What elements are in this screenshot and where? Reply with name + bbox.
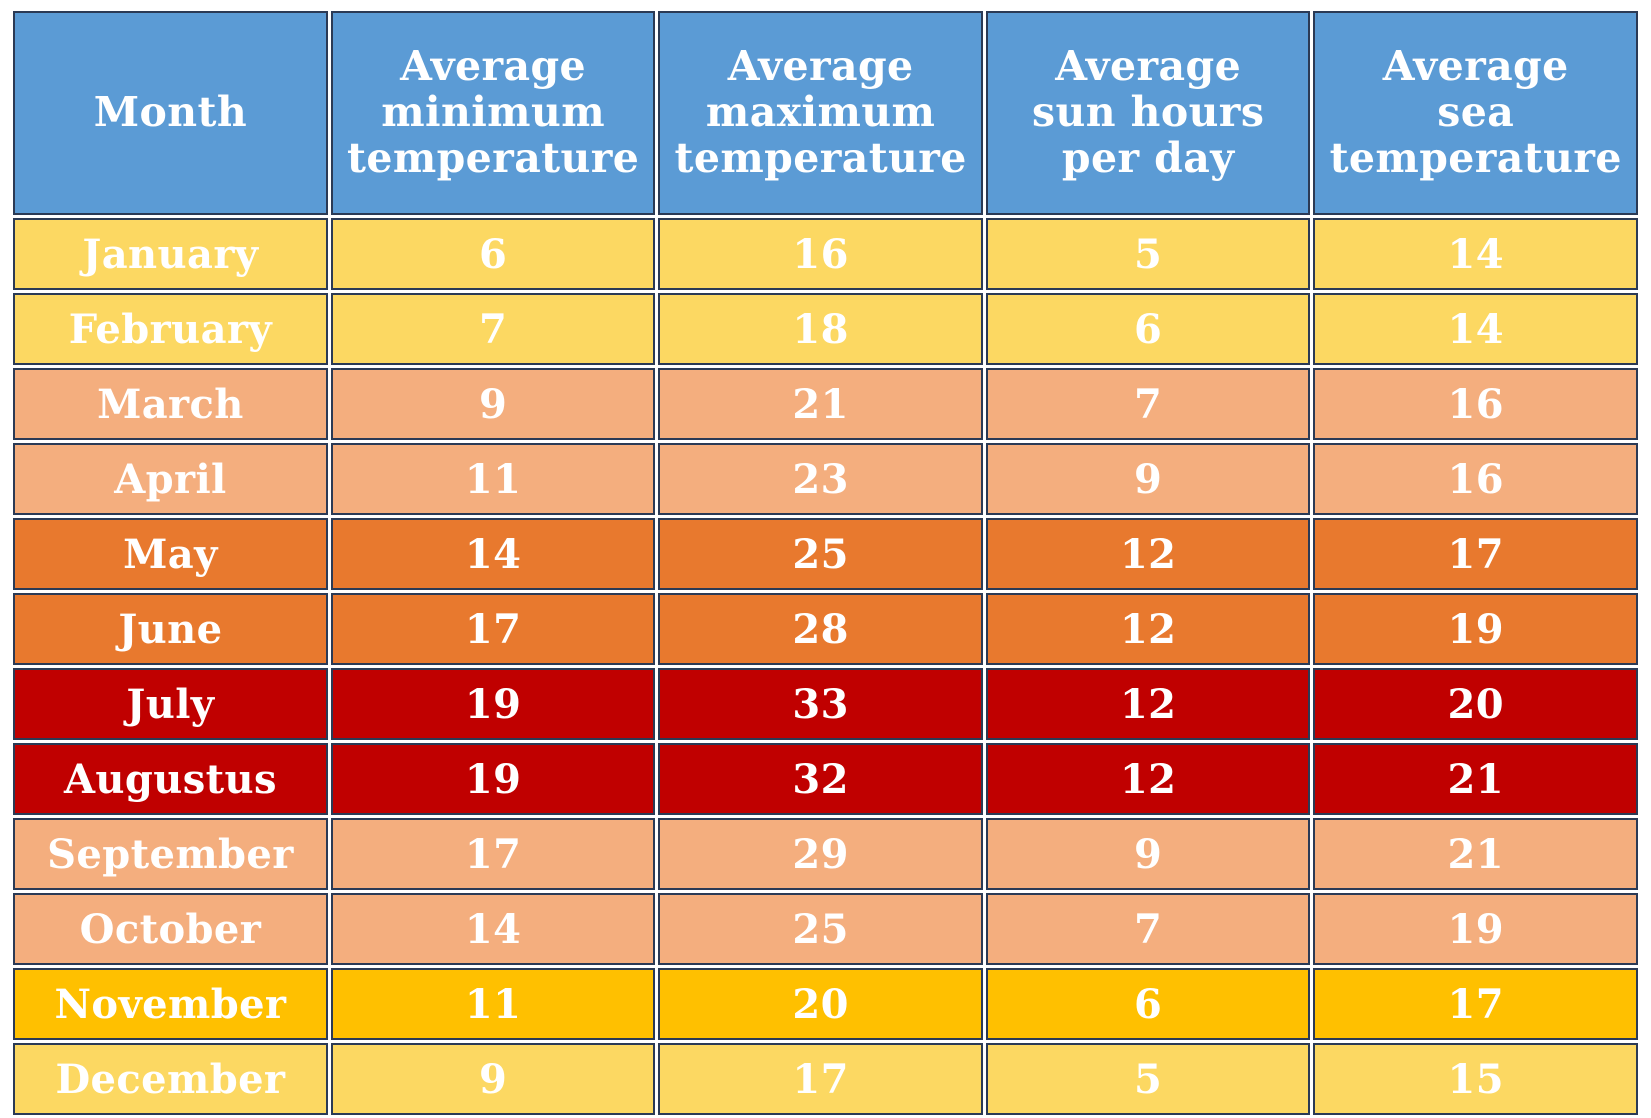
column-header-line: maximum <box>705 88 936 137</box>
value-cell-tmin: 17 <box>330 593 656 665</box>
table-row: July 19 33 12 20 <box>13 668 1638 740</box>
value-cell-sun: 12 <box>985 743 1311 815</box>
value-cell-sun: 9 <box>985 818 1311 890</box>
value-cell-sea: 17 <box>1313 518 1638 590</box>
value-cell-tmin: 6 <box>330 218 656 290</box>
month-cell: September <box>13 818 328 890</box>
value-cell-tmin: 14 <box>330 518 656 590</box>
value-cell-tmax: 25 <box>658 518 983 590</box>
column-header-line: Month <box>93 88 248 137</box>
value-cell-sea: 14 <box>1313 218 1638 290</box>
value-cell-tmin: 19 <box>330 668 656 740</box>
column-header-sun-hours: Average sun hours per day <box>985 11 1311 215</box>
column-header-min-temp: Average minimum temperature <box>330 11 656 215</box>
column-header-line: Average <box>1382 42 1569 91</box>
column-header-max-temp: Average maximum temperature <box>658 11 983 215</box>
month-cell: April <box>13 443 328 515</box>
table-row: September 17 29 9 21 <box>13 818 1638 890</box>
column-header-line: temperature <box>1329 133 1622 182</box>
table-row: January 6 16 5 14 <box>13 218 1638 290</box>
header-row: Month Average minimum temperature Average m… <box>13 11 1638 215</box>
value-cell-tmax: 25 <box>658 893 983 965</box>
value-cell-tmax: 20 <box>658 968 983 1040</box>
value-cell-tmax: 29 <box>658 818 983 890</box>
value-cell-tmax: 23 <box>658 443 983 515</box>
value-cell-tmin: 17 <box>330 818 656 890</box>
value-cell-sun: 9 <box>985 443 1311 515</box>
climate-table: Month Average minimum temperature Average m… <box>10 8 1641 1118</box>
month-cell: February <box>13 293 328 365</box>
value-cell-sun: 12 <box>985 668 1311 740</box>
value-cell-sea: 20 <box>1313 668 1638 740</box>
value-cell-tmax: 28 <box>658 593 983 665</box>
value-cell-sun: 5 <box>985 218 1311 290</box>
column-header-line: per day <box>1061 133 1235 182</box>
value-cell-sea: 19 <box>1313 593 1638 665</box>
column-header-month: Month <box>13 11 328 215</box>
value-cell-sun: 6 <box>985 293 1311 365</box>
value-cell-tmin: 11 <box>330 968 656 1040</box>
column-header-line: Average <box>1055 42 1242 91</box>
column-header-line: Average <box>400 42 587 91</box>
month-cell: June <box>13 593 328 665</box>
value-cell-sun: 7 <box>985 368 1311 440</box>
value-cell-sea: 17 <box>1313 968 1638 1040</box>
value-cell-sun: 12 <box>985 593 1311 665</box>
value-cell-sun: 12 <box>985 518 1311 590</box>
table-row: March 9 21 7 16 <box>13 368 1638 440</box>
table-row: February 7 18 6 14 <box>13 293 1638 365</box>
column-header-line: sea <box>1437 88 1515 137</box>
value-cell-sea: 14 <box>1313 293 1638 365</box>
value-cell-sea: 21 <box>1313 743 1638 815</box>
month-cell: January <box>13 218 328 290</box>
table-row: Augustus 19 32 12 21 <box>13 743 1638 815</box>
column-header-line: sun hours <box>1032 88 1265 137</box>
value-cell-tmax: 33 <box>658 668 983 740</box>
month-cell: July <box>13 668 328 740</box>
table-row: November 11 20 6 17 <box>13 968 1638 1040</box>
column-header-line: minimum <box>381 88 605 137</box>
table-row: June 17 28 12 19 <box>13 593 1638 665</box>
column-header-line: Average <box>727 42 914 91</box>
column-header-sea-temp: Average sea temperature <box>1313 11 1638 215</box>
value-cell-tmax: 18 <box>658 293 983 365</box>
month-cell: November <box>13 968 328 1040</box>
value-cell-sea: 19 <box>1313 893 1638 965</box>
month-cell: May <box>13 518 328 590</box>
value-cell-tmin: 9 <box>330 368 656 440</box>
value-cell-sea: 16 <box>1313 368 1638 440</box>
column-header-line: temperature <box>674 133 967 182</box>
value-cell-tmin: 19 <box>330 743 656 815</box>
month-cell: March <box>13 368 328 440</box>
table-row: May 14 25 12 17 <box>13 518 1638 590</box>
value-cell-tmax: 21 <box>658 368 983 440</box>
table-row: April 11 23 9 16 <box>13 443 1638 515</box>
table-body: January 6 16 5 14 February 7 18 6 14 March 9 21 7 16 Ap… <box>13 218 1638 1115</box>
table-row: October 14 25 7 19 <box>13 893 1638 965</box>
month-cell: October <box>13 893 328 965</box>
page-container: Month Average minimum temperature Average m… <box>0 0 1651 1115</box>
value-cell-sea: 21 <box>1313 818 1638 890</box>
value-cell-tmin: 11 <box>330 443 656 515</box>
value-cell-tmax: 32 <box>658 743 983 815</box>
column-header-line: temperature <box>346 133 640 182</box>
value-cell-tmax: 16 <box>658 218 983 290</box>
value-cell-tmin: 7 <box>330 293 656 365</box>
table-header: Month Average minimum temperature Average m… <box>13 11 1638 215</box>
value-cell-sun: 7 <box>985 893 1311 965</box>
month-cell: Augustus <box>13 743 328 815</box>
value-cell-tmin: 14 <box>330 893 656 965</box>
value-cell-sun: 6 <box>985 968 1311 1040</box>
value-cell-sea: 16 <box>1313 443 1638 515</box>
